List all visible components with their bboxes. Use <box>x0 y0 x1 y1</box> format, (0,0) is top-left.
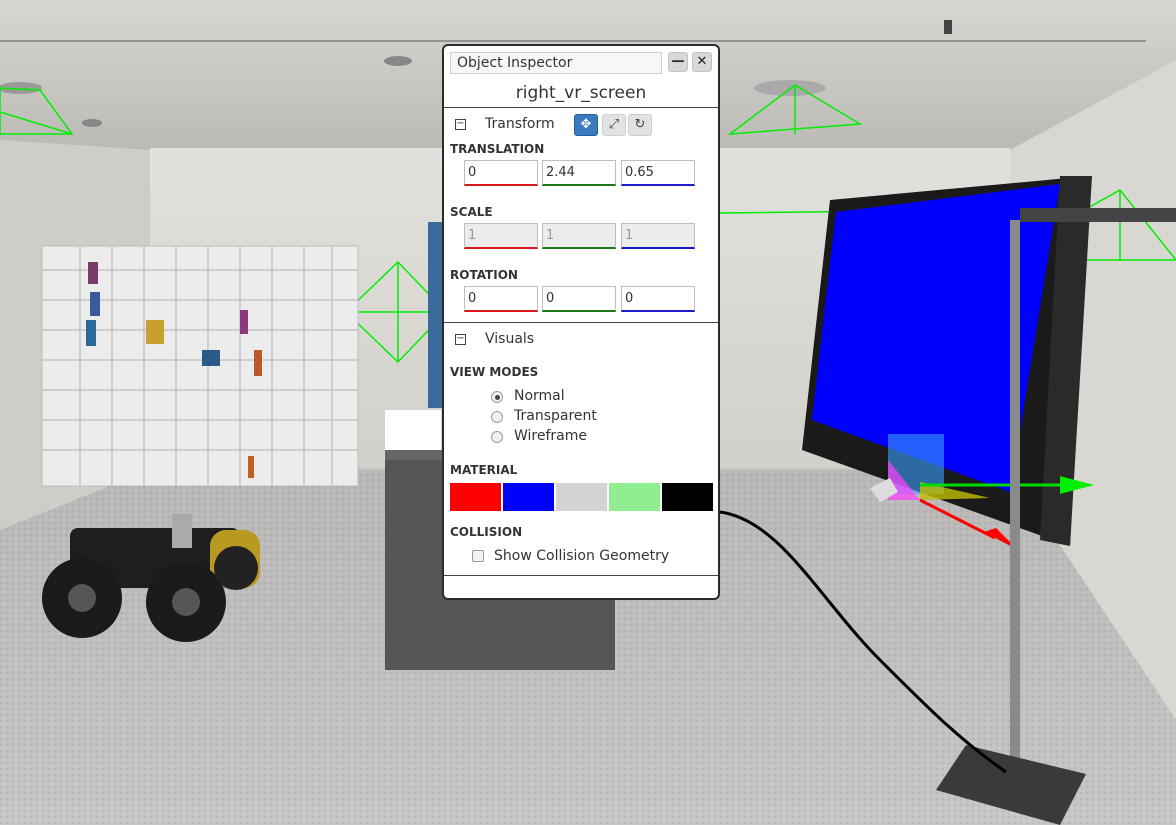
scale-y-input <box>542 223 616 249</box>
view-mode-transparent[interactable]: Transparent <box>444 407 718 427</box>
radio-button[interactable] <box>491 431 503 443</box>
transform-section-header[interactable]: − Transform ✥ ⤢ ↻ <box>444 108 718 140</box>
collapse-minus-icon[interactable]: − <box>455 334 466 345</box>
rotate-mode-button[interactable]: ↻ <box>628 114 652 136</box>
view-mode-label: Transparent <box>514 408 597 424</box>
rotation-z-input[interactable] <box>621 286 695 312</box>
radio-button[interactable] <box>491 411 503 423</box>
view-mode-label: Normal <box>514 388 565 404</box>
radio-button[interactable] <box>491 391 503 403</box>
transform-label: Transform <box>485 116 555 132</box>
visuals-section-header[interactable]: − Visuals <box>444 323 718 355</box>
collision-label: COLLISION <box>450 525 523 539</box>
view-modes-label: VIEW MODES <box>450 365 539 379</box>
scale-z-input <box>621 223 695 249</box>
view-mode-wireframe[interactable]: Wireframe <box>444 427 718 447</box>
rotation-x-input[interactable] <box>464 286 538 312</box>
material-label: MATERIAL <box>450 463 518 477</box>
material-swatch-lightgray[interactable] <box>556 483 607 511</box>
show-collision-row[interactable]: Show Collision Geometry <box>444 545 718 569</box>
material-swatch-black[interactable] <box>662 483 713 511</box>
scale-mode-button[interactable]: ⤢ <box>602 114 626 136</box>
view-mode-label: Wireframe <box>514 428 588 444</box>
close-icon: ✕ <box>696 54 708 69</box>
show-collision-checkbox[interactable] <box>472 550 484 562</box>
translation-label: TRANSLATION <box>450 142 545 156</box>
rotate-icon: ↻ <box>634 117 646 132</box>
material-swatches <box>444 483 718 513</box>
scale-label: SCALE <box>450 205 493 219</box>
scale-icon: ⤢ <box>608 117 620 132</box>
material-swatch-blue[interactable] <box>503 483 554 511</box>
section-divider <box>444 575 718 576</box>
translation-z-input[interactable] <box>621 160 695 186</box>
collapse-minus-icon[interactable]: − <box>455 119 466 130</box>
inspector-title[interactable]: Object Inspector <box>450 52 662 74</box>
rotation-y-input[interactable] <box>542 286 616 312</box>
inspector-header: Object Inspector — ✕ <box>444 46 718 78</box>
minus-icon: — <box>671 54 685 69</box>
rotation-row <box>444 284 718 322</box>
close-button[interactable]: ✕ <box>692 52 712 72</box>
translate-icon: ✥ <box>580 117 592 132</box>
translation-x-input[interactable] <box>464 160 538 186</box>
scale-x-input <box>464 223 538 249</box>
minimize-button[interactable]: — <box>668 52 688 72</box>
object-name: right_vr_screen <box>444 78 718 108</box>
material-swatch-red[interactable] <box>450 483 501 511</box>
view-mode-normal[interactable]: Normal <box>444 387 718 407</box>
material-swatch-lightgreen[interactable] <box>609 483 660 511</box>
show-collision-label: Show Collision Geometry <box>494 548 670 564</box>
scale-row <box>444 221 718 266</box>
rotation-label: ROTATION <box>450 268 518 282</box>
translation-y-input[interactable] <box>542 160 616 186</box>
translation-row <box>444 158 718 203</box>
translate-mode-button[interactable]: ✥ <box>574 114 598 136</box>
object-inspector-panel: Object Inspector — ✕ right_vr_screen − T… <box>442 44 720 600</box>
visuals-label: Visuals <box>485 331 535 347</box>
